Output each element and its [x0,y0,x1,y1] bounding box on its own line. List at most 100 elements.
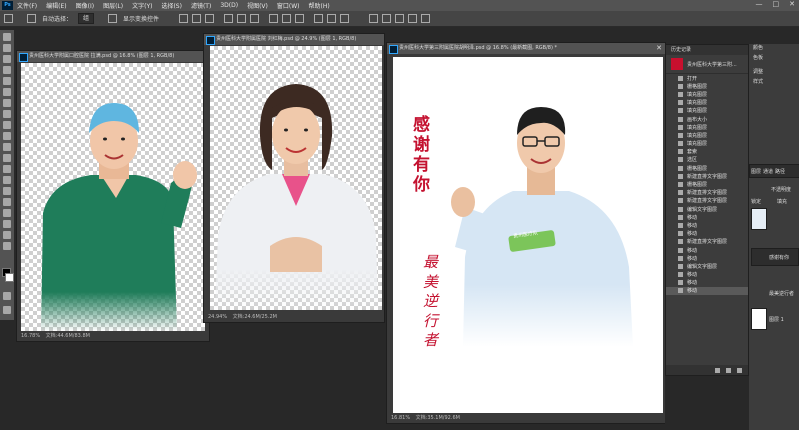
align-center-icon[interactable] [237,14,247,23]
menu-help[interactable]: 帮助(H) [309,1,330,10]
history-state[interactable]: 画布大小 [666,115,748,123]
type-tool-icon[interactable] [3,198,11,206]
history-brush-tool-icon[interactable] [3,132,11,140]
history-state[interactable]: 移动 [666,221,748,229]
menu-filter[interactable]: 滤镜(T) [191,1,211,10]
show-transform-checkbox[interactable] [108,14,118,23]
history-state[interactable]: 新建直排文字图层 [666,172,748,180]
align-top-icon[interactable] [179,14,189,23]
3d-roll-icon[interactable] [395,14,405,23]
marquee-tool-icon[interactable] [3,44,11,52]
panel-paths-tab[interactable]: 路径 [775,168,785,175]
crop-tool-icon[interactable] [3,77,11,85]
layer-thumbnail-photo[interactable] [751,208,767,230]
history-state[interactable]: 编辑文字图层 [666,205,748,213]
history-state[interactable]: 新建直排文字图层 [666,197,748,205]
menu-window[interactable]: 窗口(W) [277,1,300,10]
menu-view[interactable]: 视图(V) [247,1,268,10]
history-state[interactable]: 新建直排文字图层 [666,189,748,197]
zoom-tool-icon[interactable] [3,242,11,250]
menu-image[interactable]: 图像(I) [76,1,94,10]
history-state[interactable]: 移动 [666,213,748,221]
history-state[interactable]: 填充图层 [666,140,748,148]
menu-edit[interactable]: 编辑(E) [46,1,66,10]
path-select-tool-icon[interactable] [3,209,11,217]
panel-adjustments-tab[interactable]: 调整 [753,68,763,75]
camera-icon[interactable] [726,367,731,373]
align-middle-icon[interactable] [192,14,202,23]
history-snapshot[interactable]: 贵州医科大学第三附... [666,55,748,74]
canvas-1[interactable] [21,63,205,331]
zoom-level-3[interactable]: 16.81% [391,415,410,421]
maximize-button[interactable]: □ [773,0,780,8]
healing-brush-tool-icon[interactable] [3,99,11,107]
quick-select-tool-icon[interactable] [3,66,11,74]
shape-tool-icon[interactable] [3,220,11,228]
canvas-3[interactable]: 感 谢 有 你 最 美 逆 行 者 贵州医疗队 [393,57,663,413]
zoom-level-1[interactable]: 16.78% [21,333,40,339]
align-right-icon[interactable] [250,14,260,23]
history-state[interactable]: 栅格图层 [666,180,748,188]
history-state[interactable]: 选区 [666,156,748,164]
history-state[interactable]: 打开 [666,74,748,82]
align-bottom-icon[interactable] [205,14,215,23]
screen-mode-icon[interactable] [3,306,11,314]
panel-swatches-tab[interactable]: 色板 [753,54,763,61]
3d-pan-icon[interactable] [408,14,418,23]
clone-stamp-tool-icon[interactable] [3,121,11,129]
3d-mode-icon[interactable] [369,14,379,23]
auto-select-checkbox[interactable] [27,14,36,23]
menu-3d[interactable]: 3D(D) [220,2,238,9]
dodge-tool-icon[interactable] [3,176,11,184]
history-state[interactable]: 移动 [666,279,748,287]
eraser-tool-icon[interactable] [3,143,11,151]
menu-type[interactable]: 文字(Y) [132,1,152,10]
history-state[interactable]: 套索 [666,148,748,156]
document-tab-1[interactable]: 贵州医科大学附属口腔医院 拉满.psd @ 16.8% (图层 1, RGB/8… [17,51,209,62]
history-state[interactable]: 填充图层 [666,123,748,131]
distribute-center-icon[interactable] [327,14,337,23]
history-panel-tab[interactable]: 历史记录 [666,45,748,55]
trash-icon[interactable] [737,367,742,373]
panel-layers-tab[interactable]: 图层 [751,168,761,175]
panel-styles-tab[interactable]: 样式 [753,78,763,85]
menu-select[interactable]: 选择(S) [161,1,182,10]
history-state[interactable]: 移动 [666,271,748,279]
panel-channels-tab[interactable]: 通道 [763,168,773,175]
3d-scale-icon[interactable] [421,14,431,23]
history-state[interactable]: 填充图层 [666,131,748,139]
history-state[interactable]: 栅格图层 [666,164,748,172]
history-state[interactable]: 栅格图层 [666,82,748,90]
distribute-right-icon[interactable] [340,14,350,23]
3d-rotate-icon[interactable] [382,14,392,23]
canvas-2[interactable] [210,46,382,310]
blur-tool-icon[interactable] [3,165,11,173]
brush-tool-icon[interactable] [3,110,11,118]
history-state[interactable]: 移动 [666,286,748,296]
history-state[interactable]: 编辑文字图层 [666,262,748,270]
close-button[interactable]: ✕ [789,0,795,8]
quick-mask-icon[interactable] [3,292,11,300]
close-document-icon[interactable]: ✕ [656,43,662,54]
eyedropper-tool-icon[interactable] [3,88,11,96]
history-state[interactable]: 移动 [666,246,748,254]
menu-file[interactable]: 文件(F) [17,1,37,10]
zoom-level-2[interactable]: 24.94% [208,314,227,320]
distribute-top-icon[interactable] [269,14,279,23]
background-color-swatch[interactable] [5,273,14,282]
document-window-3[interactable]: 贵州医科大学第三附属医院胡明泽.psd @ 16.8% (最新截图, RGB/8… [386,42,666,424]
history-state[interactable]: 移动 [666,230,748,238]
layer-thumbnail-white[interactable] [751,308,767,330]
history-state[interactable]: 移动 [666,254,748,262]
history-state[interactable]: 填充图层 [666,99,748,107]
document-window-2[interactable]: 贵州医科大学附属医院 刘红梅.psd @ 24.9% (图层 1, RGB/8)… [203,33,385,323]
history-state[interactable]: 填充图层 [666,90,748,98]
move-tool-icon[interactable] [4,14,13,23]
lasso-tool-icon[interactable] [3,55,11,63]
align-left-icon[interactable] [224,14,234,23]
new-document-icon[interactable] [715,367,720,373]
minimize-button[interactable]: — [756,0,763,8]
hand-tool-icon[interactable] [3,231,11,239]
gradient-tool-icon[interactable] [3,154,11,162]
distribute-middle-icon[interactable] [282,14,292,23]
